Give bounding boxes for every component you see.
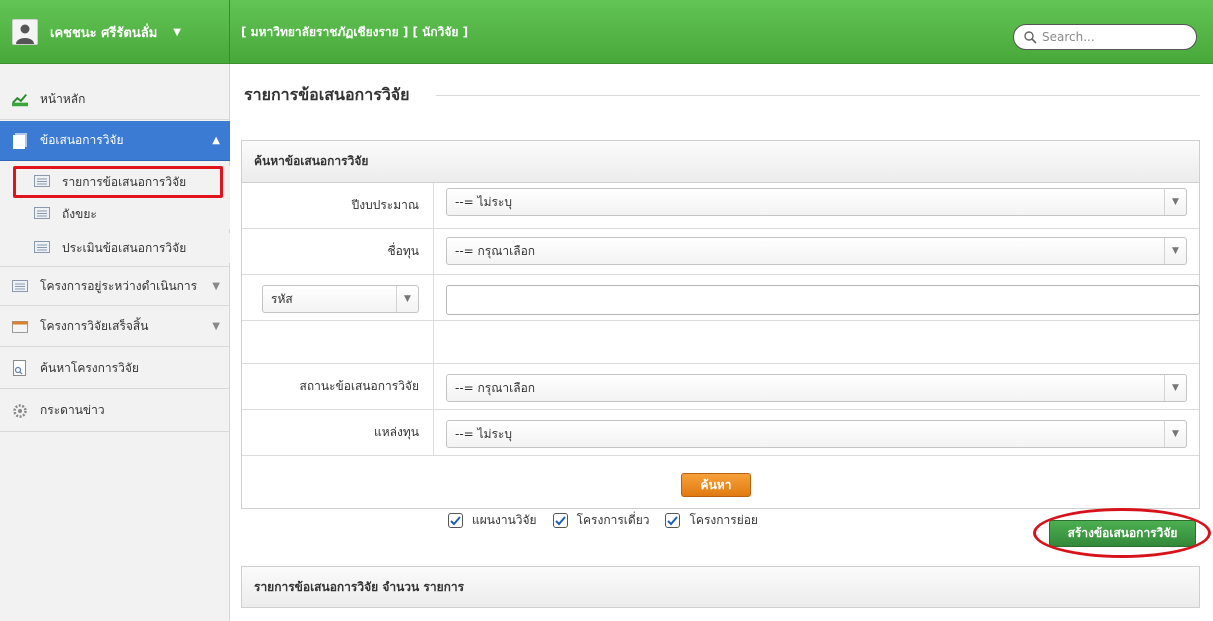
source-select[interactable]: --= ไม่ระบุ ▼ — [446, 420, 1187, 448]
checkbox-plan[interactable]: แผนงานวิจัย — [448, 511, 537, 530]
checkbox-sub[interactable]: โครงการย่อย — [665, 511, 758, 530]
checkmark-icon — [665, 513, 681, 528]
sidebar-subitem-trash[interactable]: ถังขยะ — [0, 199, 230, 229]
list-icon — [34, 240, 50, 256]
status-select[interactable]: --= กรุณาเลือก ▼ — [446, 374, 1187, 402]
page-title: รายการข้อเสนอการวิจัย — [244, 85, 410, 104]
chevron-down-icon: ▼ — [396, 286, 418, 312]
gear-icon — [12, 403, 28, 419]
organization-title: [ มหาวิทยาลัยราชภัฏเชียงราย ] [ นักวิจัย… — [241, 25, 469, 39]
sidebar-item-label: โครงการวิจัยเสร็จสิ้น — [40, 319, 149, 333]
chevron-down-icon: ▼ — [1164, 375, 1186, 401]
code-type-select[interactable]: รหัส ▼ — [262, 285, 419, 313]
checkbox-sub-label: โครงการย่อย — [689, 513, 758, 527]
code-type-value: รหัส — [271, 291, 293, 306]
user-menu[interactable]: เคชชนะ ศรีรัตนลั่ม ▼ — [0, 0, 230, 64]
sidebar-item-proposals[interactable]: ข้อเสนอการวิจัย ▲ — [0, 121, 230, 161]
chevron-down-icon: ▼ — [1164, 421, 1186, 447]
search-icon — [1024, 30, 1037, 44]
sidebar-subitem-label: ประเมินข้อเสนอการวิจัย — [62, 240, 187, 255]
sidebar-item-label: โครงการอยู่ระหว่างดำเนินการ — [40, 278, 198, 293]
status-value: --= กรุณาเลือก — [455, 380, 536, 395]
fund-name-value: --= กรุณาเลือก — [455, 243, 536, 258]
sidebar-item-label: ค้นหาโครงการวิจัย — [40, 360, 139, 375]
search-input[interactable] — [1042, 30, 1182, 44]
fiscal-year-select[interactable]: --= ไม่ระบุ ▼ — [446, 188, 1187, 216]
code-input[interactable] — [446, 285, 1200, 315]
chart-icon — [12, 92, 28, 108]
sidebar-item-home[interactable]: หน้าหลัก — [0, 80, 230, 120]
highlight-annotation — [1033, 508, 1211, 558]
sidebar-subitem-evaluate[interactable]: ประเมินข้อเสนอการวิจัย — [0, 233, 230, 263]
checkbox-single[interactable]: โครงการเดี่ยว — [552, 511, 650, 530]
fund-name-label: ชื่อทุน — [242, 229, 434, 274]
checkbox-plan-label: แผนงานวิจัย — [472, 513, 537, 527]
sidebar-item-label: หน้าหลัก — [40, 92, 86, 106]
sidebar-item-label: ข้อเสนอการวิจัย — [40, 133, 124, 147]
status-label: สถานะข้อเสนอการวิจัย — [242, 364, 434, 409]
chevron-down-icon: ▼ — [1164, 189, 1186, 215]
chevron-down-icon: ▼ — [173, 26, 181, 38]
proposal-list-panel-title: รายการข้อเสนอการวิจัย จำนวน รายการ — [241, 566, 1200, 608]
search-button[interactable]: ค้นหา — [681, 473, 751, 497]
search-document-icon — [12, 360, 28, 376]
sidebar-item-search-projects[interactable]: ค้นหาโครงการวิจัย — [0, 348, 230, 389]
checkbox-single-label: โครงการเดี่ยว — [576, 513, 650, 527]
chevron-down-icon: ▼ — [212, 280, 220, 292]
chevron-up-icon: ▲ — [212, 135, 220, 146]
fund-name-select[interactable]: --= กรุณาเลือก ▼ — [446, 237, 1187, 265]
source-label: แหล่งทุน — [242, 410, 434, 455]
search-box[interactable] — [1013, 24, 1197, 50]
project-type-checkboxes: แผนงานวิจัย โครงการเดี่ยว โครงการย่อย — [448, 511, 774, 530]
top-bar: เคชชนะ ศรีรัตนลั่ม ▼ [ มหาวิทยาลัยราชภัฏ… — [0, 0, 1213, 64]
user-name: เคชชนะ ศรีรัตนลั่ม — [50, 25, 158, 41]
document-icon — [12, 132, 28, 149]
sidebar-item-label: กระดานข่าว — [40, 403, 105, 417]
sidebar-item-ongoing[interactable]: โครงการอยู่ระหว่างดำเนินการ ▼ — [0, 266, 230, 306]
divider — [436, 95, 1200, 96]
user-avatar-icon — [12, 19, 38, 45]
sidebar-item-news[interactable]: กระดานข่าว — [0, 390, 230, 432]
fiscal-year-label: ปีงบประมาณ — [242, 183, 434, 228]
search-panel-title: ค้นหาข้อเสนอการวิจัย — [242, 141, 1199, 183]
chevron-down-icon: ▼ — [212, 321, 220, 332]
sidebar-subitem-label: ถังขยะ — [62, 206, 97, 221]
source-value: --= ไม่ระบุ — [455, 426, 512, 441]
checkmark-icon — [448, 513, 463, 528]
chevron-down-icon: ▼ — [1164, 238, 1186, 264]
list-icon — [34, 206, 50, 222]
folder-icon — [12, 319, 28, 335]
project-type-label-cell — [242, 321, 434, 363]
checkmark-icon — [552, 513, 568, 528]
sidebar-item-finished[interactable]: โครงการวิจัยเสร็จสิ้น ▼ — [0, 307, 230, 347]
project-type-row: แผนงานวิจัย โครงการเดี่ยว โครงการย่อย — [242, 321, 1199, 528]
highlight-annotation — [13, 166, 223, 198]
list-icon — [12, 278, 28, 294]
fiscal-year-value: --= ไม่ระบุ — [455, 194, 512, 209]
